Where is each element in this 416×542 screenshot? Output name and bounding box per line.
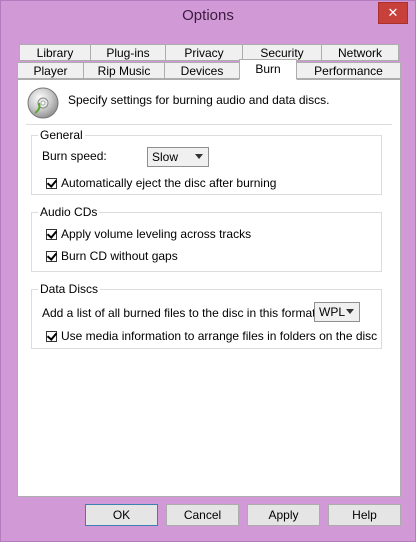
media-info-label: Use media information to arrange files i…: [61, 329, 378, 343]
no-gaps-option[interactable]: Burn CD without gaps: [46, 249, 178, 263]
tab-network[interactable]: Network: [321, 44, 399, 61]
options-dialog: Options ✕ Library Plug-ins Privacy Secur…: [0, 0, 416, 542]
burn-speed-value: Slow: [152, 150, 179, 164]
cancel-button[interactable]: Cancel: [166, 504, 239, 526]
apply-button[interactable]: Apply: [247, 504, 320, 526]
chevron-down-icon: [195, 154, 203, 159]
tab-plug-ins[interactable]: Plug-ins: [90, 44, 166, 61]
format-select[interactable]: WPL: [314, 302, 360, 322]
burn-speed-select[interactable]: Slow: [147, 147, 209, 167]
general-group-title: General: [38, 128, 85, 142]
auto-eject-checkbox[interactable]: [46, 178, 57, 190]
close-icon: ✕: [387, 5, 399, 20]
tab-player[interactable]: Player: [17, 62, 84, 79]
no-gaps-checkbox[interactable]: [46, 251, 57, 263]
auto-eject-label: Automatically eject the disc after burni…: [61, 176, 277, 190]
tab-performance[interactable]: Performance: [296, 62, 401, 79]
audio-cds-group-title: Audio CDs: [38, 205, 100, 219]
header-description: Specify settings for burning audio and d…: [68, 93, 330, 107]
volume-leveling-option[interactable]: Apply volume leveling across tracks: [46, 227, 251, 241]
tab-devices[interactable]: Devices: [164, 62, 240, 79]
window-title: Options: [182, 7, 234, 24]
media-info-checkbox[interactable]: [46, 331, 57, 343]
general-group: General Burn speed: Slow Automatically e…: [31, 128, 382, 195]
volume-leveling-label: Apply volume leveling across tracks: [61, 227, 252, 241]
burn-speed-label: Burn speed:: [42, 149, 107, 163]
data-discs-group-title: Data Discs: [38, 282, 101, 296]
close-button[interactable]: ✕: [378, 2, 408, 24]
format-label: Add a list of all burned files to the di…: [42, 306, 319, 320]
tab-burn[interactable]: Burn: [239, 59, 297, 80]
burn-panel: Specify settings for burning audio and d…: [17, 79, 401, 497]
help-button[interactable]: Help: [328, 504, 401, 526]
disc-icon: [27, 87, 59, 119]
format-value: WPL: [319, 305, 346, 319]
volume-leveling-checkbox[interactable]: [46, 229, 57, 241]
data-discs-group: Data Discs Add a list of all burned file…: [31, 282, 382, 349]
tab-rip-music[interactable]: Rip Music: [83, 62, 165, 79]
chevron-down-icon: [346, 309, 354, 314]
no-gaps-label: Burn CD without gaps: [61, 249, 178, 263]
ok-button[interactable]: OK: [85, 504, 158, 526]
tab-privacy[interactable]: Privacy: [165, 44, 243, 61]
tab-library[interactable]: Library: [19, 44, 91, 61]
auto-eject-option[interactable]: Automatically eject the disc after burni…: [46, 176, 276, 190]
audio-cds-group: Audio CDs Apply volume leveling across t…: [31, 205, 382, 272]
header-divider: [26, 124, 392, 125]
media-info-option[interactable]: Use media information to arrange files i…: [46, 329, 377, 343]
